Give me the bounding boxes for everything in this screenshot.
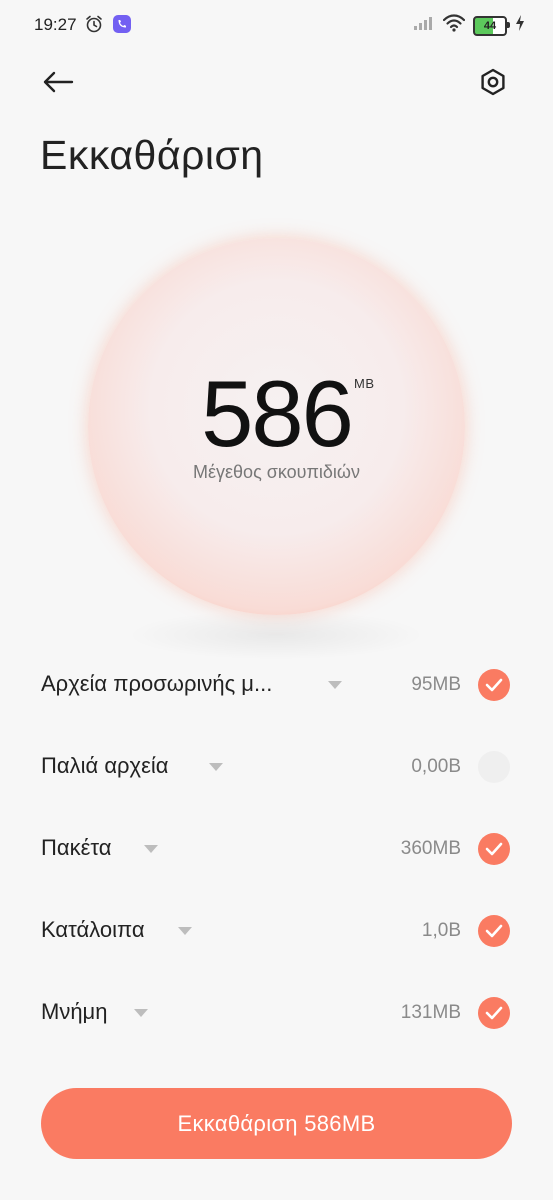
item-name: Παλιά αρχεία <box>41 753 169 778</box>
chevron-down-icon[interactable] <box>134 1009 148 1017</box>
charging-icon <box>515 15 525 36</box>
alarm-icon <box>84 14 104 39</box>
list-item-cache[interactable]: Αρχεία προσωρινής μ... 95MB <box>0 645 553 727</box>
signal-icon <box>413 15 435 36</box>
checkbox[interactable] <box>478 997 510 1029</box>
gear-icon <box>481 68 505 96</box>
wifi-icon <box>442 14 466 37</box>
list-item-residuals[interactable]: Κατάλοιπα 1,0B <box>0 891 553 973</box>
page-title: Εκκαθάριση <box>40 132 264 178</box>
settings-button[interactable] <box>473 62 513 102</box>
item-size: 360MB <box>400 838 461 859</box>
junk-size-unit: MB <box>354 376 375 391</box>
clean-button[interactable]: Εκκαθάριση 586MB <box>41 1088 512 1159</box>
item-name: Αρχεία προσωρινής μ... <box>41 671 273 696</box>
item-name: Κατάλοιπα <box>41 917 145 942</box>
check-icon <box>485 678 503 692</box>
check-icon <box>485 1006 503 1020</box>
chevron-down-icon[interactable] <box>178 927 192 935</box>
check-icon <box>485 842 503 856</box>
status-left-icons <box>84 14 132 39</box>
chevron-down-icon[interactable] <box>328 681 342 689</box>
checkbox[interactable] <box>478 915 510 947</box>
back-arrow-icon <box>43 71 74 93</box>
checkbox[interactable] <box>478 669 510 701</box>
status-right: 44 <box>413 14 525 37</box>
chevron-down-icon[interactable] <box>144 845 158 853</box>
status-bar: 19:27 44 <box>0 0 553 50</box>
item-size: 1,0B <box>421 920 461 941</box>
junk-size-label: Μέγεθος σκουπιδιών <box>193 462 360 482</box>
chevron-down-icon[interactable] <box>209 763 223 771</box>
junk-size-value: 586 <box>201 361 354 466</box>
item-size: 131MB <box>400 1002 461 1023</box>
item-size: 0,00B <box>411 756 461 777</box>
status-time: 19:27 <box>34 15 77 34</box>
list-item-packages[interactable]: Πακέτα 360MB <box>0 809 553 891</box>
list-item-old-files[interactable]: Παλιά αρχεία 0,00B <box>0 727 553 809</box>
item-size: 95MB <box>411 674 461 695</box>
check-icon <box>485 924 503 938</box>
list-item-memory[interactable]: Μνήμη 131MB <box>0 973 553 1055</box>
viber-icon <box>112 14 132 39</box>
checkbox[interactable] <box>478 751 510 783</box>
back-button[interactable] <box>36 64 80 100</box>
checkbox[interactable] <box>478 833 510 865</box>
item-name: Πακέτα <box>41 835 112 860</box>
item-name: Μνήμη <box>41 999 108 1024</box>
battery-icon: 44 <box>473 15 510 36</box>
